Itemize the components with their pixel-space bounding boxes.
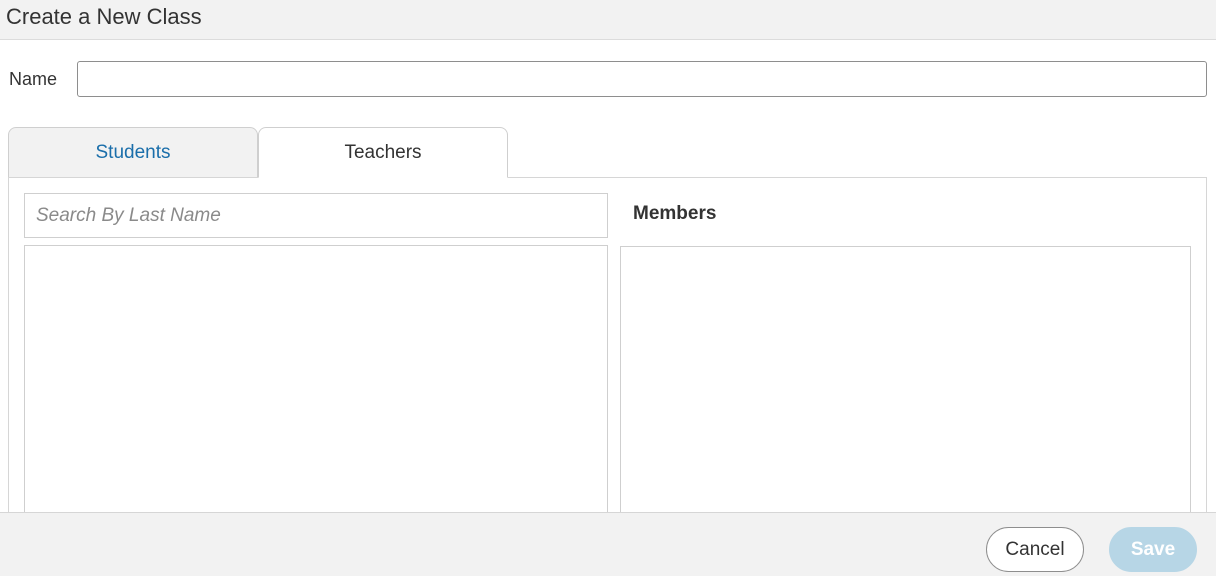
- create-class-dialog: Create a New Class Name Students Teacher…: [0, 0, 1216, 576]
- dialog-title: Create a New Class: [6, 4, 202, 29]
- members-heading: Members: [633, 203, 717, 224]
- search-results-list[interactable]: [24, 245, 608, 525]
- dialog-header: Create a New Class: [0, 0, 1216, 40]
- tab-students[interactable]: Students: [8, 127, 258, 178]
- name-label: Name: [9, 69, 58, 89]
- cancel-button[interactable]: Cancel: [986, 527, 1084, 572]
- members-list[interactable]: [620, 246, 1191, 526]
- class-name-input[interactable]: [77, 61, 1207, 97]
- save-button[interactable]: Save: [1109, 527, 1197, 572]
- search-by-last-name-input[interactable]: [24, 193, 608, 238]
- dialog-footer: Cancel Save: [0, 512, 1216, 576]
- tab-teachers[interactable]: Teachers: [258, 127, 508, 178]
